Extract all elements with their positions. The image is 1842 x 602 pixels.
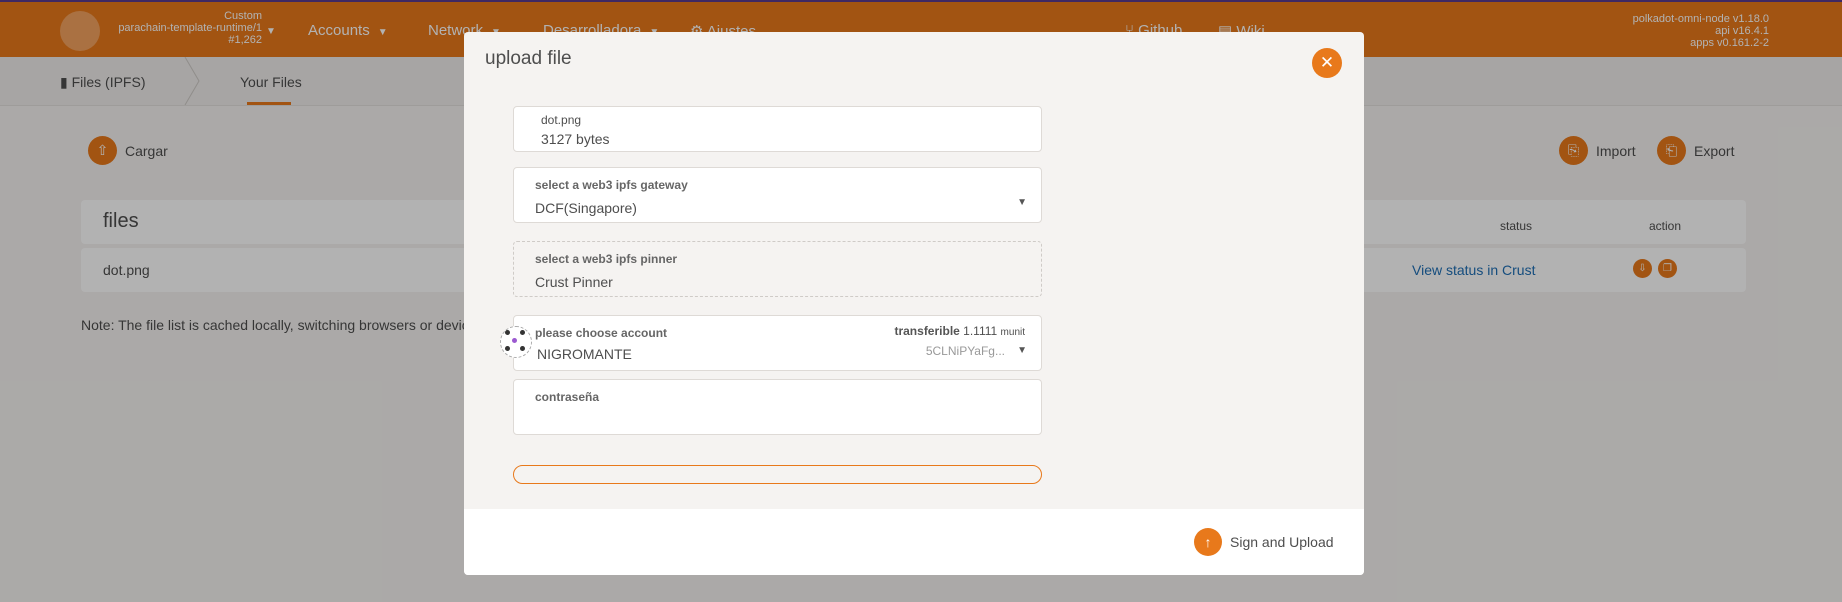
pinner-value: Crust Pinner	[535, 274, 613, 290]
file-name: dot.png	[541, 113, 582, 127]
upload-arrow-icon: ↑	[1194, 528, 1222, 556]
pinner-select: select a web3 ipfs pinner Crust Pinner	[513, 241, 1042, 297]
upload-progress-bar	[513, 465, 1042, 484]
file-size: 3127 bytes	[541, 131, 610, 147]
password-label: contraseña	[535, 390, 600, 404]
chevron-down-icon: ▼	[1017, 345, 1027, 356]
account-name: NIGROMANTE	[537, 346, 632, 362]
close-icon: ✕	[1319, 53, 1335, 72]
chevron-down-icon: ▼	[1017, 197, 1027, 208]
account-select[interactable]: please choose account NIGROMANTE transfe…	[500, 315, 1042, 371]
transferable-label: transferible	[894, 324, 960, 338]
pinner-label: select a web3 ipfs pinner	[535, 252, 678, 266]
account-label: please choose account	[535, 326, 668, 340]
password-field[interactable]: contraseña	[513, 379, 1042, 435]
account-address: 5CLNiPYaFg...	[925, 344, 1005, 358]
gateway-label: select a web3 ipfs gateway	[535, 178, 688, 192]
balance-unit: munit	[1000, 327, 1025, 338]
upload-file-modal: upload file ✕ dot.png 3127 bytes select …	[464, 32, 1364, 575]
gateway-select[interactable]: select a web3 ipfs gateway DCF(Singapore…	[513, 167, 1042, 223]
transferable-balance: transferible 1.1111 munit	[894, 324, 1025, 338]
transferable-value: 1.1111	[963, 324, 998, 338]
gateway-value: DCF(Singapore)	[535, 200, 637, 216]
modal-footer: ↑ Sign and Upload	[464, 509, 1364, 575]
sign-and-upload-button[interactable]: ↑ Sign and Upload	[1194, 528, 1334, 556]
close-button[interactable]: ✕	[1312, 48, 1342, 78]
modal-title: upload file	[485, 48, 572, 69]
account-avatar-icon	[500, 326, 532, 358]
file-info: dot.png 3127 bytes	[513, 106, 1042, 152]
